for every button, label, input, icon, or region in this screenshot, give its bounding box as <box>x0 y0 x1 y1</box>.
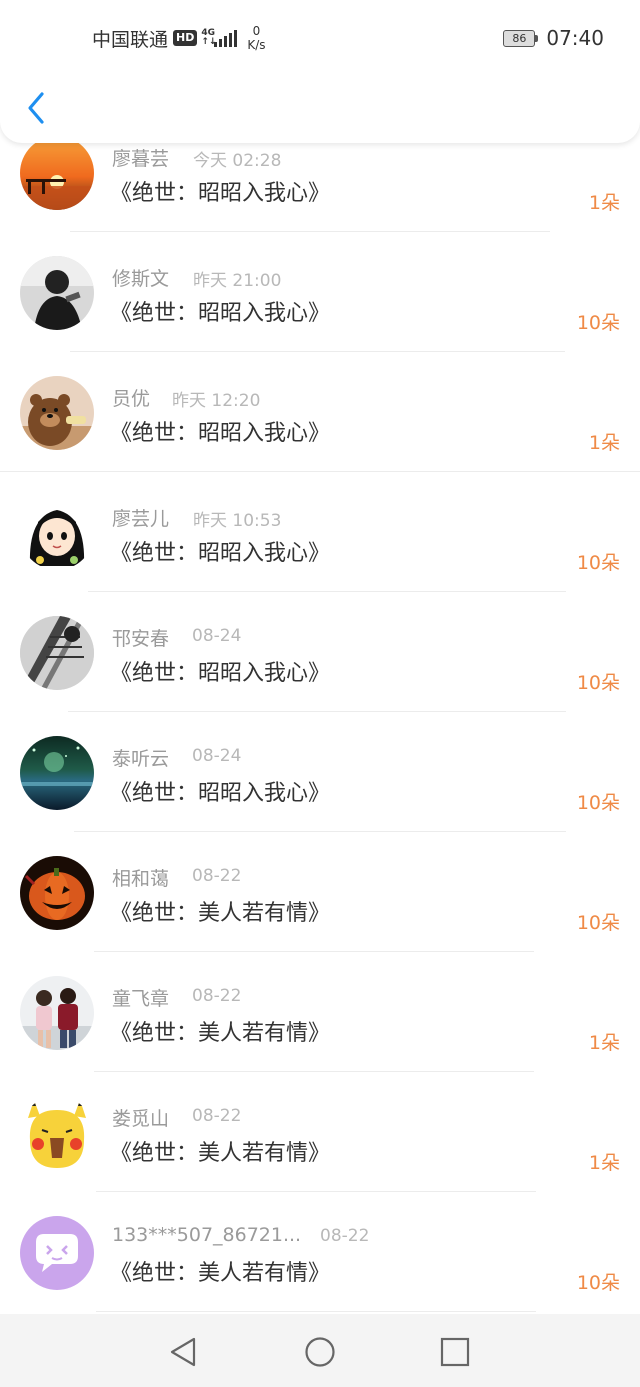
book-title[interactable]: 《绝世：昭昭入我心》 <box>110 655 330 687</box>
nav-back-button[interactable] <box>166 1334 202 1370</box>
list-item[interactable]: 童飞章 08-22 《绝世：美人若有情》 1朵 <box>0 952 640 1072</box>
list-item[interactable]: 相和蔼 08-22 《绝世：美人若有情》 10朵 <box>0 832 640 952</box>
avatar[interactable] <box>20 736 94 810</box>
sender-name: 邗安春 <box>112 628 170 650</box>
list-item[interactable]: 廖芸儿 昨天 10:53 《绝世：昭昭入我心》 10朵 <box>0 472 640 592</box>
sender-name: 133***507_86721... <box>112 1224 302 1246</box>
avatar[interactable] <box>20 1096 94 1170</box>
battery-icon: 86 <box>503 29 539 47</box>
sender-name: 娄觅山 <box>112 1108 170 1130</box>
sender-name: 童飞章 <box>112 988 170 1010</box>
avatar[interactable] <box>20 496 94 570</box>
flower-count: 10朵 <box>576 792 620 814</box>
book-title[interactable]: 《绝世：昭昭入我心》 <box>110 535 330 567</box>
status-clock: 07:40 <box>546 26 604 50</box>
avatar[interactable] <box>20 256 94 330</box>
flower-count: 1朵 <box>588 1152 620 1174</box>
list-item[interactable]: 娄觅山 08-22 《绝世：美人若有情》 1朵 <box>0 1072 640 1192</box>
back-button[interactable] <box>20 88 54 128</box>
avatar[interactable] <box>20 376 94 450</box>
sent-time: 08-22 <box>320 1226 370 1246</box>
avatar[interactable] <box>20 616 94 690</box>
flower-count: 10朵 <box>576 312 620 334</box>
list-item[interactable]: 133***507_86721... 08-22 《绝世：美人若有情》 10朵 <box>0 1192 640 1312</box>
chevron-left-icon <box>28 92 44 124</box>
speed-unit: K/s <box>247 38 266 52</box>
sent-time: 08-24 <box>192 746 242 766</box>
avatar[interactable] <box>20 976 94 1050</box>
flower-count: 10朵 <box>576 912 620 934</box>
avatar[interactable] <box>20 856 94 930</box>
sent-time: 08-24 <box>192 626 242 646</box>
flower-count: 10朵 <box>576 1272 620 1294</box>
book-title[interactable]: 《绝世：美人若有情》 <box>110 1135 330 1167</box>
sent-time: 昨天 12:20 <box>172 391 261 411</box>
flower-count: 1朵 <box>588 192 620 214</box>
avatar[interactable] <box>20 136 94 210</box>
nav-recents-button[interactable] <box>437 1334 473 1370</box>
book-title[interactable]: 《绝世：美人若有情》 <box>110 1015 330 1047</box>
flower-count: 1朵 <box>588 432 620 454</box>
sent-time: 08-22 <box>192 986 242 1006</box>
list-item[interactable]: 泰听云 08-24 《绝世：昭昭入我心》 10朵 <box>0 712 640 832</box>
flower-count: 1朵 <box>588 1032 620 1054</box>
nav-home-button[interactable] <box>302 1334 338 1370</box>
network-4g-icon: 4G ↑↓ <box>201 29 216 47</box>
book-title[interactable]: 《绝世：美人若有情》 <box>110 1255 330 1287</box>
sent-time: 08-22 <box>192 1106 242 1126</box>
battery-tip <box>535 34 539 42</box>
speed-value: 0 <box>252 24 261 38</box>
sent-time: 今天 02:28 <box>193 151 282 171</box>
sender-name: 廖芸儿 <box>112 508 170 530</box>
circle-home-icon <box>305 1337 335 1367</box>
triangle-back-icon <box>170 1337 196 1367</box>
signal-strength-icon <box>214 29 238 47</box>
sender-name: 相和蔼 <box>112 868 170 890</box>
sender-name: 修斯文 <box>112 268 170 290</box>
network-speed: 0 K/s <box>247 24 265 52</box>
list-item[interactable]: 邗安春 08-24 《绝世：昭昭入我心》 10朵 <box>0 592 640 712</box>
sent-time: 昨天 10:53 <box>193 511 282 531</box>
sender-name: 廖暮芸 <box>112 148 170 170</box>
status-bar-left: 中国联通 HD 4G ↑↓ 0 K/s <box>92 24 266 52</box>
flower-count: 10朵 <box>576 552 620 574</box>
carrier-name: 中国联通 <box>92 28 169 51</box>
status-bar-right: 86 07:40 <box>503 24 604 52</box>
system-nav-bar <box>0 1314 640 1387</box>
sent-time: 昨天 21:00 <box>193 271 282 291</box>
book-title[interactable]: 《绝世：昭昭入我心》 <box>110 295 330 327</box>
top-header: 中国联通 HD 4G ↑↓ 0 K/s 86 07:40 <box>0 0 640 143</box>
square-recents-icon <box>440 1337 470 1367</box>
divider <box>96 1311 536 1312</box>
sender-name: 员优 <box>112 388 151 410</box>
list-item[interactable]: 修斯文 昨天 21:00 《绝世：昭昭入我心》 10朵 <box>0 232 640 352</box>
list-item[interactable]: 员优 昨天 12:20 《绝世：昭昭入我心》 1朵 <box>0 352 640 472</box>
book-title[interactable]: 《绝世：昭昭入我心》 <box>110 175 330 207</box>
avatar[interactable] <box>20 1216 94 1290</box>
sender-name: 泰听云 <box>112 748 170 770</box>
hd-icon: HD <box>173 30 198 46</box>
flower-count: 10朵 <box>576 672 620 694</box>
battery-level: 86 <box>503 29 536 47</box>
book-title[interactable]: 《绝世：昭昭入我心》 <box>110 775 330 807</box>
book-title[interactable]: 《绝世：美人若有情》 <box>110 895 330 927</box>
book-title[interactable]: 《绝世：昭昭入我心》 <box>110 415 330 447</box>
sent-time: 08-22 <box>192 866 242 886</box>
